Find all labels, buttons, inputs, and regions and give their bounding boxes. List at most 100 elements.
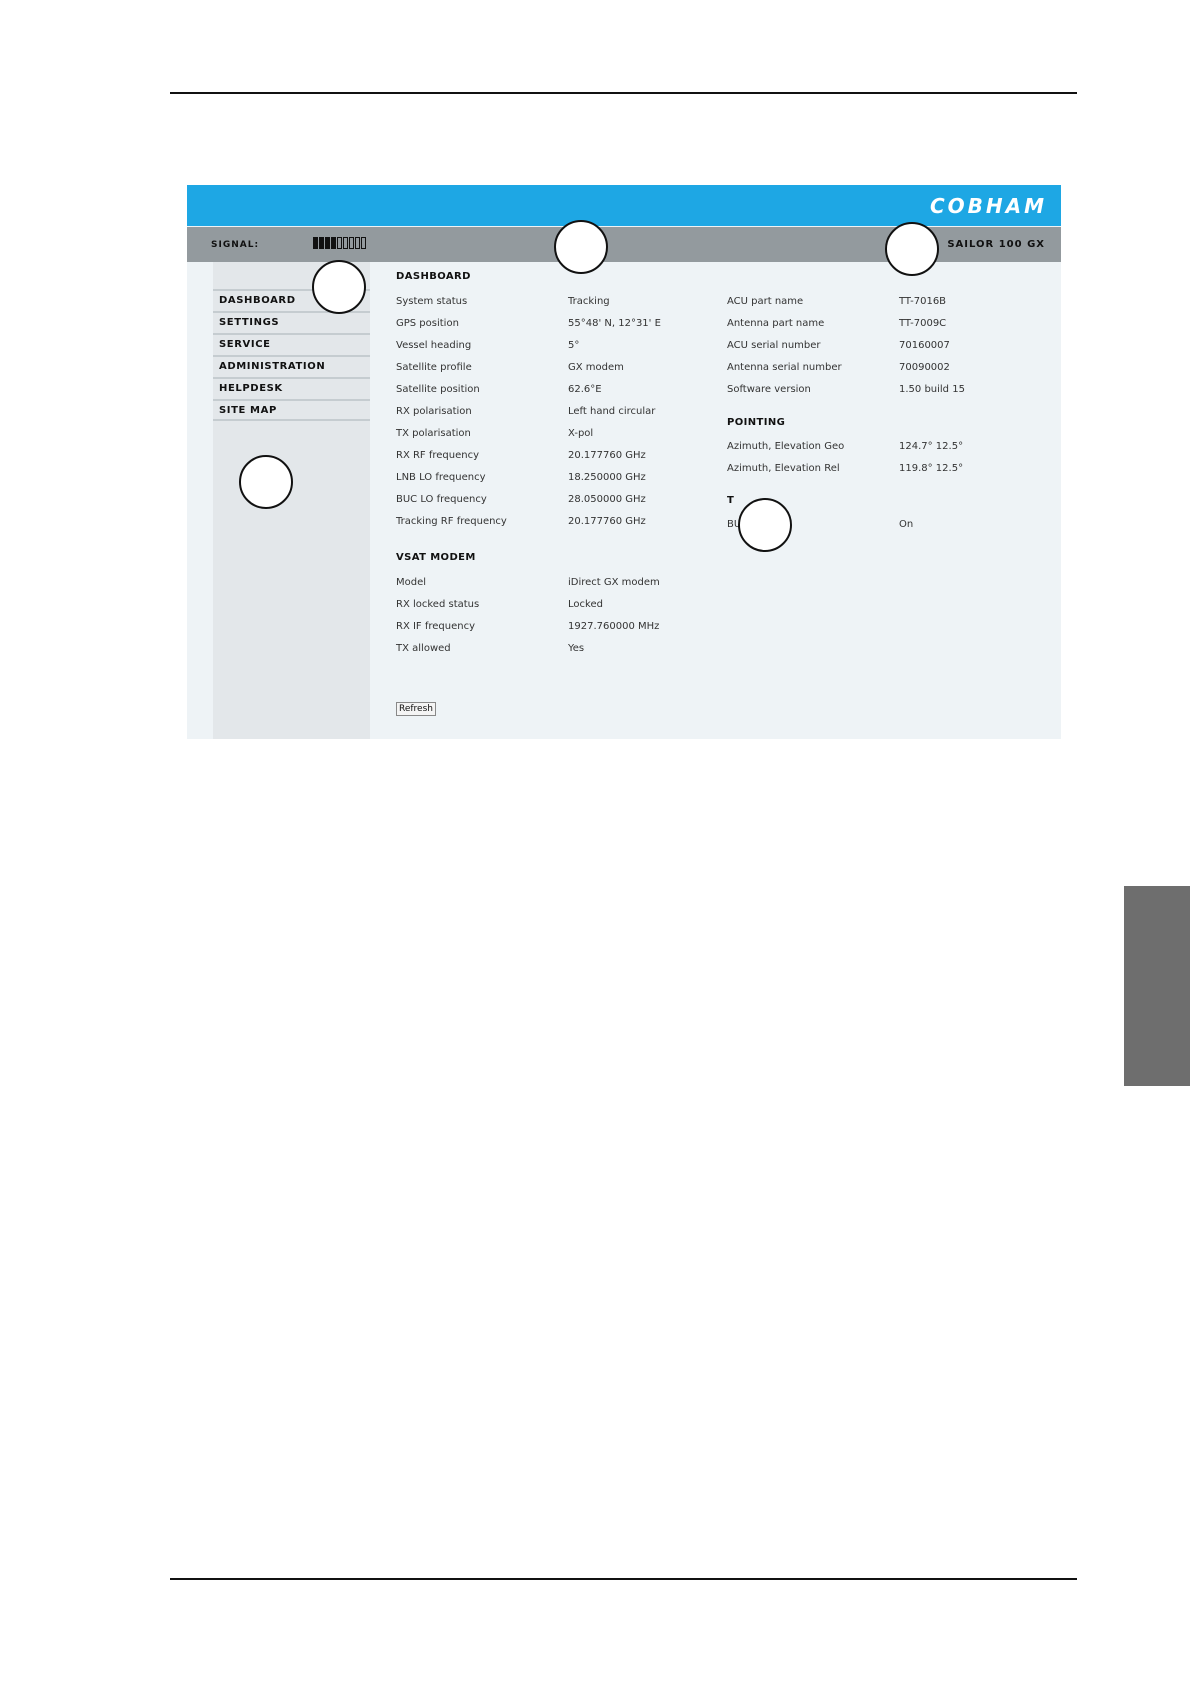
info-row: Azimuth, Elevation Rel 119.8° 12.5° bbox=[727, 463, 1057, 477]
refresh-button[interactable]: Refresh bbox=[396, 702, 436, 716]
row-value: 1.50 build 15 bbox=[899, 384, 965, 395]
row-value: 70160007 bbox=[899, 340, 950, 351]
row-label: BUC LO frequency bbox=[396, 494, 487, 505]
callout-circle-content bbox=[738, 498, 792, 552]
row-label: Azimuth, Elevation Geo bbox=[727, 441, 845, 452]
row-label: LNB LO frequency bbox=[396, 472, 486, 483]
info-row: RX polarisation Left hand circular bbox=[396, 406, 696, 420]
row-label: RX locked status bbox=[396, 599, 480, 610]
row-label: Antenna serial number bbox=[727, 362, 842, 373]
row-value: Yes bbox=[568, 643, 585, 654]
callout-circle-sidebar-top bbox=[312, 260, 366, 314]
signal-label: SIGNAL: bbox=[211, 240, 260, 250]
row-label: RX IF frequency bbox=[396, 621, 476, 632]
info-row: Model iDirect GX modem bbox=[396, 577, 696, 591]
vsat-modem-title: VSAT MODEM bbox=[396, 552, 476, 563]
info-row: ACU part name TT-7016B bbox=[727, 296, 1057, 310]
row-value: 62.6°E bbox=[568, 384, 602, 395]
row-label: Tracking RF frequency bbox=[396, 516, 507, 527]
info-row: Software version 1.50 build 15 bbox=[727, 384, 1057, 398]
info-row: GPS position 55°48' N, 12°31' E bbox=[396, 318, 696, 332]
row-label: Azimuth, Elevation Rel bbox=[727, 463, 840, 474]
top-rule bbox=[170, 92, 1077, 94]
row-label: Model bbox=[396, 577, 427, 588]
info-row: Antenna part name TT-7009C bbox=[727, 318, 1057, 332]
row-value: On bbox=[899, 519, 914, 530]
sidebar-item-administration[interactable]: ADMINISTRATION bbox=[213, 355, 370, 377]
signal-bar bbox=[355, 237, 360, 249]
main-content: DASHBOARD System status Tracking GPS posit… bbox=[396, 262, 1056, 739]
signal-bar bbox=[313, 237, 318, 249]
info-row: BUC LO frequency 28.050000 GHz bbox=[396, 494, 696, 508]
row-label: Satellite profile bbox=[396, 362, 472, 373]
signal-strength-meter bbox=[313, 237, 366, 249]
row-value: 5° bbox=[568, 340, 580, 351]
callout-circle-status-bar bbox=[554, 220, 608, 274]
info-row: LNB LO frequency 18.250000 GHz bbox=[396, 472, 696, 486]
info-row: RX IF frequency 1927.760000 MHz bbox=[396, 621, 696, 635]
bottom-rule bbox=[170, 1578, 1077, 1580]
signal-bar bbox=[319, 237, 324, 249]
info-row: TX allowed Yes bbox=[396, 643, 696, 657]
sidebar-item-site-map[interactable]: SITE MAP bbox=[213, 399, 370, 421]
row-value: X-pol bbox=[568, 428, 594, 439]
info-row: RX RF frequency 20.177760 GHz bbox=[396, 450, 696, 464]
row-value: 124.7° 12.5° bbox=[899, 441, 964, 452]
info-row: Satellite profile GX modem bbox=[396, 362, 696, 376]
row-value: 70090002 bbox=[899, 362, 950, 373]
row-label: Antenna part name bbox=[727, 318, 825, 329]
info-row: System status Tracking bbox=[396, 296, 696, 310]
row-label: System status bbox=[396, 296, 468, 307]
row-value: GX modem bbox=[568, 362, 624, 373]
header-banner: COBHAM bbox=[187, 185, 1061, 226]
tx-title: T bbox=[727, 495, 735, 506]
signal-bar bbox=[349, 237, 354, 249]
info-row: TX polarisation X-pol bbox=[396, 428, 696, 442]
row-label: ACU serial number bbox=[727, 340, 821, 351]
row-label: TX allowed bbox=[396, 643, 451, 654]
row-label: RX polarisation bbox=[396, 406, 472, 417]
row-label: ACU part name bbox=[727, 296, 804, 307]
info-row: Antenna serial number 70090002 bbox=[727, 362, 1057, 376]
product-name: SAILOR 100 GX bbox=[947, 239, 1045, 250]
row-label: Vessel heading bbox=[396, 340, 472, 351]
row-label: RX RF frequency bbox=[396, 450, 480, 461]
info-row: Satellite position 62.6°E bbox=[396, 384, 696, 398]
row-label: TX polarisation bbox=[396, 428, 471, 439]
row-value: 119.8° 12.5° bbox=[899, 463, 964, 474]
row-value: Tracking bbox=[568, 296, 610, 307]
callout-circle-sidebar bbox=[239, 455, 293, 509]
signal-bar bbox=[361, 237, 366, 249]
signal-bar bbox=[343, 237, 348, 249]
callout-circle-product-name bbox=[885, 222, 939, 276]
row-label: Satellite position bbox=[396, 384, 480, 395]
row-value: Locked bbox=[568, 599, 603, 610]
signal-bar bbox=[325, 237, 330, 249]
row-value: iDirect GX modem bbox=[568, 577, 660, 588]
dashboard-title: DASHBOARD bbox=[396, 271, 471, 282]
sidebar: DASHBOARD SETTINGS SERVICE ADMINISTRATIO… bbox=[213, 262, 370, 739]
info-row: RX locked status Locked bbox=[396, 599, 696, 613]
row-label: GPS position bbox=[396, 318, 459, 329]
row-value: 28.050000 GHz bbox=[568, 494, 646, 505]
row-value: 20.177760 GHz bbox=[568, 516, 646, 527]
pointing-title: POINTING bbox=[727, 417, 786, 428]
row-value: 18.250000 GHz bbox=[568, 472, 646, 483]
row-label: Software version bbox=[727, 384, 811, 395]
sidebar-item-helpdesk[interactable]: HELPDESK bbox=[213, 377, 370, 399]
info-row: ACU serial number 70160007 bbox=[727, 340, 1057, 354]
info-row: Tracking RF frequency 20.177760 GHz bbox=[396, 516, 696, 530]
row-value: TT-7016B bbox=[899, 296, 947, 307]
sidebar-item-service[interactable]: SERVICE bbox=[213, 333, 370, 355]
row-value: TT-7009C bbox=[899, 318, 947, 329]
sidebar-item-settings[interactable]: SETTINGS bbox=[213, 311, 370, 333]
row-value: 55°48' N, 12°31' E bbox=[568, 318, 661, 329]
row-value: 1927.760000 MHz bbox=[568, 621, 660, 632]
info-row: Azimuth, Elevation Geo 124.7° 12.5° bbox=[727, 441, 1057, 455]
row-value: 20.177760 GHz bbox=[568, 450, 646, 461]
cobham-logo: COBHAM bbox=[929, 194, 1047, 218]
signal-bar bbox=[337, 237, 342, 249]
info-row: Vessel heading 5° bbox=[396, 340, 696, 354]
row-value: Left hand circular bbox=[568, 406, 656, 417]
chapter-tab bbox=[1124, 886, 1190, 1086]
